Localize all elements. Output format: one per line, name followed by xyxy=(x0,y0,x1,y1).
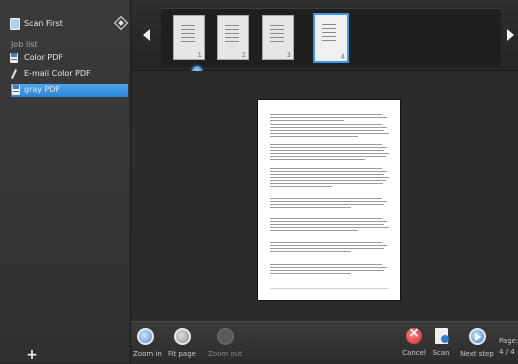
page-text-line xyxy=(270,264,382,265)
page-text-line xyxy=(270,153,389,154)
thumbnail-strip: 1 2 3 4 xyxy=(161,8,501,67)
thumbnail-number: 2 xyxy=(241,51,246,59)
scan-icon xyxy=(434,328,449,344)
page-text-line xyxy=(270,248,384,249)
next-arrow-icon[interactable] xyxy=(507,29,514,41)
next-arrow-circle-icon xyxy=(468,328,486,345)
thumbnail-text-lines xyxy=(270,25,284,45)
page-thumbnail[interactable]: 1 xyxy=(173,15,205,60)
job-label: Color PDF xyxy=(24,53,64,62)
thumbnail-number: 1 xyxy=(197,51,202,59)
zoom-in-button[interactable]: Zoom in xyxy=(133,328,162,358)
scan-first-item[interactable]: Scan First xyxy=(10,15,129,32)
page-thumbnail[interactable]: 3 xyxy=(262,15,294,60)
page-text-line xyxy=(270,117,387,118)
page-text-line xyxy=(270,273,351,274)
page-indicator: Page: 4 / 4 xyxy=(499,336,518,358)
preview-area xyxy=(131,71,518,321)
page-text-line xyxy=(270,147,387,148)
page-text-line xyxy=(270,207,351,208)
pdf-icon xyxy=(10,53,18,63)
thumbnail-number: 3 xyxy=(286,51,291,59)
zoom-out-label: Zoom out xyxy=(208,350,242,358)
page-text-line xyxy=(270,251,351,252)
page-text-line xyxy=(270,186,332,187)
page-text-line xyxy=(270,133,389,134)
page-text-line xyxy=(270,221,387,222)
zoom-in-icon xyxy=(136,328,154,345)
document-icon xyxy=(10,18,20,30)
page-text-line xyxy=(270,198,382,199)
scan-button[interactable]: Scan xyxy=(431,328,451,357)
page-text-line xyxy=(270,218,382,219)
page-thumbnail[interactable]: 2 xyxy=(217,15,249,60)
page-text-line xyxy=(270,224,384,225)
page-text-line xyxy=(270,204,384,205)
page-footer-rule xyxy=(270,288,388,289)
next-step-button[interactable]: Next step xyxy=(457,328,497,358)
page-text-line xyxy=(270,180,386,181)
page-text-line xyxy=(270,245,387,246)
scan-label: Scan xyxy=(432,349,450,357)
page-text-line xyxy=(270,124,382,125)
bottom-toolbar: Zoom in Fit page Zoom out Cancel Scan Ne… xyxy=(131,321,518,364)
job-list-header: Job list xyxy=(11,40,38,49)
page-text-line xyxy=(270,183,383,184)
pdf-icon xyxy=(12,85,20,95)
fit-page-label: Fit page xyxy=(168,350,196,358)
page-text-line xyxy=(270,270,384,271)
fit-page-button[interactable]: Fit page xyxy=(167,328,197,358)
page-text-line xyxy=(270,174,384,175)
thumbnail-text-lines xyxy=(181,25,195,45)
cancel-button[interactable]: Cancel xyxy=(401,325,427,357)
thumbnail-text-lines xyxy=(322,24,336,44)
job-label: gray PDF xyxy=(24,85,61,94)
page-text-line xyxy=(270,114,382,115)
cancel-icon xyxy=(406,325,422,344)
page-text-line xyxy=(270,159,365,160)
job-item-color-pdf[interactable]: Color PDF xyxy=(8,52,128,65)
page-text-line xyxy=(270,127,387,128)
job-item-gray-pdf[interactable]: gray PDF xyxy=(11,84,128,97)
page-text-line xyxy=(270,136,358,137)
page-text-line xyxy=(270,267,387,268)
cancel-label: Cancel xyxy=(402,349,426,357)
page-text-line xyxy=(270,120,344,121)
job-label: E-mail Color PDF xyxy=(24,69,91,78)
page-text-line xyxy=(270,168,382,169)
pen-icon xyxy=(10,69,18,79)
job-item-email-color-pdf[interactable]: E-mail Color PDF xyxy=(8,68,128,81)
page-thumbnail-selected[interactable]: 4 xyxy=(313,13,349,63)
thumbnail-text-lines xyxy=(225,25,239,45)
page-text-line xyxy=(270,150,384,151)
next-step-label: Next step xyxy=(460,350,494,358)
page-text-line xyxy=(270,227,389,228)
scan-first-label: Scan First xyxy=(24,19,63,28)
page-text-line xyxy=(270,242,382,243)
fit-page-icon xyxy=(173,328,191,345)
previous-arrow-icon[interactable] xyxy=(143,29,150,41)
zoom-out-icon xyxy=(216,328,234,345)
page-text-line xyxy=(270,144,382,145)
thumbnail-bar: 1 2 3 4 xyxy=(131,0,518,71)
page-preview xyxy=(258,100,400,300)
add-job-button[interactable]: + xyxy=(24,348,40,363)
zoom-in-label: Zoom in xyxy=(133,350,162,358)
zoom-out-button[interactable]: Zoom out xyxy=(205,328,245,358)
page-text-line xyxy=(270,130,384,131)
settings-diamond-icon[interactable] xyxy=(113,15,129,31)
page-label: Page: xyxy=(499,337,518,345)
page-text-line xyxy=(270,171,387,172)
page-value: 4 / 4 xyxy=(499,348,515,356)
sidebar: Scan First Job list Color PDF E-mail Col… xyxy=(0,0,131,363)
page-text-line xyxy=(270,156,386,157)
page-text-line xyxy=(270,201,387,202)
thumbnail-number: 4 xyxy=(340,53,345,61)
page-text-line xyxy=(270,177,389,178)
page-text-line xyxy=(270,230,358,231)
